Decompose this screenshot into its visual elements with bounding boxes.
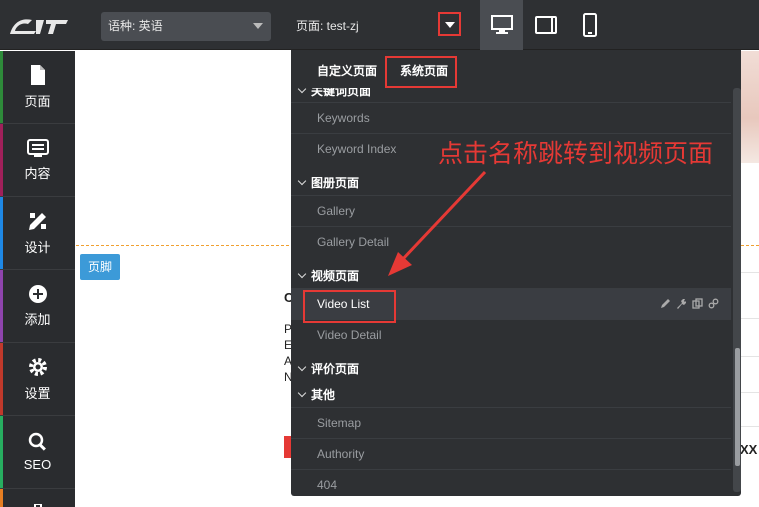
sidebar-item-more[interactable] xyxy=(0,489,75,507)
edit-icon[interactable] xyxy=(660,298,671,309)
left-sidebar: 页面 内容 设计 添加 设置 SEO xyxy=(0,51,75,507)
chevron-down-icon xyxy=(297,88,307,94)
list-item-404[interactable]: 404 xyxy=(291,469,731,496)
add-icon xyxy=(28,285,47,303)
group-review[interactable]: 评价页面 xyxy=(297,360,360,377)
group-title: 其他 xyxy=(311,388,336,402)
design-icon xyxy=(28,213,46,230)
chevron-down-icon xyxy=(297,388,307,398)
chevron-down-icon xyxy=(297,362,307,372)
search-icon xyxy=(28,432,46,451)
sidebar-item-label: 页面 xyxy=(24,94,51,109)
sidebar-stripe xyxy=(0,416,3,488)
group-title: 图册页面 xyxy=(311,176,360,190)
sidebar-stripe xyxy=(0,197,3,269)
sidebar-stripe xyxy=(0,343,3,415)
chevron-down-icon xyxy=(253,23,263,29)
video-list-highlight-box xyxy=(303,290,396,323)
sidebar-item-content[interactable]: 内容 xyxy=(0,124,75,197)
page-dropdown: 自定义页面 系统页面 关键词页面 Keywords Keyword Index … xyxy=(291,50,741,496)
chevron-down-icon xyxy=(297,176,307,186)
group-title: 关键词页面 xyxy=(311,88,372,98)
mobile-view-button[interactable] xyxy=(568,0,611,50)
scrollbar-thumb[interactable] xyxy=(735,348,740,466)
list-item-gallery-detail[interactable]: Gallery Detail xyxy=(291,226,731,257)
top-toolbar: 语种: 英语 页面: test-zj xyxy=(0,0,759,50)
dropdown-tabs: 自定义页面 系统页面 xyxy=(291,50,741,88)
brand-logo xyxy=(10,19,68,34)
copy-icon[interactable] xyxy=(692,298,703,309)
sidebar-stripe xyxy=(0,124,3,196)
footer-badge[interactable]: 页脚 xyxy=(80,254,120,280)
group-other[interactable]: 其他 xyxy=(297,386,336,403)
sidebar-item-label: 设计 xyxy=(24,240,51,255)
desktop-view-button[interactable] xyxy=(480,0,523,50)
settings-icon xyxy=(28,358,47,376)
sidebar-item-add[interactable]: 添加 xyxy=(0,270,75,343)
sidebar-item-page[interactable]: 页面 xyxy=(0,51,75,124)
sidebar-stripe xyxy=(0,270,3,342)
annotation-text: 点击名称跳转到视频页面 xyxy=(438,139,714,168)
language-select-value: 语种: 英语 xyxy=(108,19,163,33)
sidebar-stripe xyxy=(0,489,3,507)
sidebar-item-label: 内容 xyxy=(24,166,51,181)
wrench-icon[interactable] xyxy=(676,298,687,309)
group-keywords[interactable]: 关键词页面 xyxy=(297,88,372,99)
mobile-icon xyxy=(582,13,597,37)
tab-highlight-box xyxy=(385,56,457,88)
canvas-text-xx: XX xyxy=(740,442,758,457)
page-select[interactable]: 页面: test-zj xyxy=(291,12,461,41)
tablet-view-button[interactable] xyxy=(524,0,567,50)
content-icon xyxy=(26,139,49,157)
group-video[interactable]: 视频页面 xyxy=(297,267,360,284)
desktop-icon xyxy=(490,15,513,34)
list-item-authority[interactable]: Authority xyxy=(291,438,731,469)
preview-image xyxy=(739,51,759,163)
tab-custom-pages[interactable]: 自定义页面 xyxy=(317,62,377,79)
sidebar-item-label: SEO xyxy=(23,457,52,472)
chevron-down-icon xyxy=(297,269,307,279)
sidebar-item-design[interactable]: 设计 xyxy=(0,197,75,270)
list-item-gallery[interactable]: Gallery xyxy=(291,195,731,226)
list-item-sitemap[interactable]: Sitemap xyxy=(291,407,731,438)
link-icon[interactable] xyxy=(708,298,719,309)
page-select-toggle[interactable] xyxy=(438,12,461,36)
item-tools xyxy=(660,298,719,309)
sidebar-item-settings[interactable]: 设置 xyxy=(0,343,75,416)
sidebar-item-label: 设置 xyxy=(24,386,51,401)
annotation-arrow-icon xyxy=(388,170,487,276)
sidebar-item-label: 添加 xyxy=(24,312,51,327)
language-select[interactable]: 语种: 英语 xyxy=(101,12,271,41)
sidebar-stripe xyxy=(0,51,3,123)
sidebar-item-seo[interactable]: SEO xyxy=(0,416,75,489)
list-item-keywords[interactable]: Keywords xyxy=(291,102,731,133)
list-item-video-detail[interactable]: Video Detail xyxy=(291,319,731,350)
tablet-icon xyxy=(534,16,557,34)
group-gallery[interactable]: 图册页面 xyxy=(297,174,360,191)
group-title: 评价页面 xyxy=(311,362,360,376)
page-icon xyxy=(30,65,45,85)
caret-down-icon xyxy=(445,22,455,28)
group-title: 视频页面 xyxy=(311,269,360,283)
page-select-value: 页面: test-zj xyxy=(296,19,359,33)
